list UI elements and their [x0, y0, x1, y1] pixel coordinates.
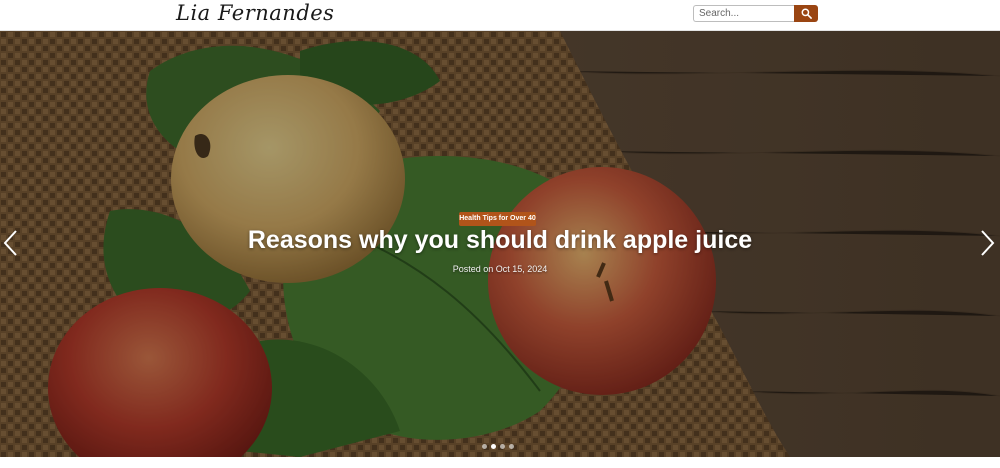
- site-header: Lia Fernandes: [0, 0, 1000, 31]
- site-logo[interactable]: Lia Fernandes: [176, 1, 334, 25]
- category-badge[interactable]: Health Tips for Over 40: [459, 212, 536, 226]
- next-slide-button[interactable]: [977, 228, 997, 258]
- slide-dot[interactable]: [500, 444, 505, 449]
- slide-dot[interactable]: [509, 444, 514, 449]
- post-date: Posted on Oct 15, 2024: [452, 264, 548, 274]
- search-icon: [801, 8, 812, 19]
- slide-dot[interactable]: [482, 444, 487, 449]
- chevron-right-icon: [981, 230, 995, 256]
- search-button[interactable]: [794, 5, 818, 22]
- search-input[interactable]: [693, 5, 794, 22]
- slide-indicators: [482, 444, 514, 449]
- chevron-left-icon: [3, 230, 17, 256]
- page-bottom: [0, 457, 1000, 468]
- post-title[interactable]: Reasons why you should drink apple juice: [0, 226, 1000, 255]
- search-form: [693, 5, 818, 22]
- slide-dot-active[interactable]: [491, 444, 496, 449]
- hero-slider: Health Tips for Over 40 Reasons why you …: [0, 31, 1000, 457]
- prev-slide-button[interactable]: [1, 228, 21, 258]
